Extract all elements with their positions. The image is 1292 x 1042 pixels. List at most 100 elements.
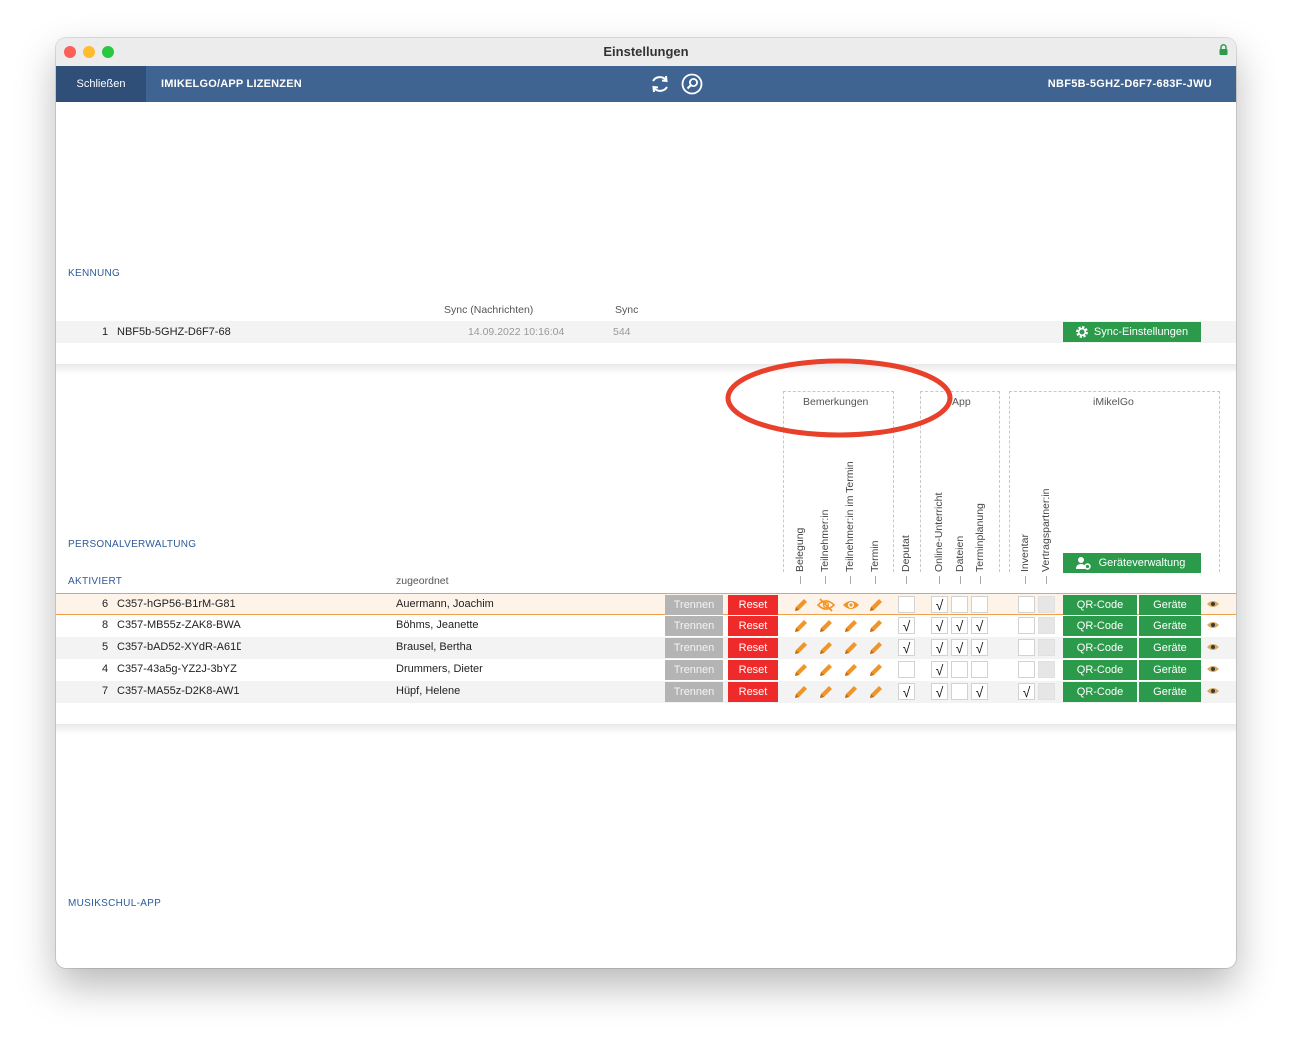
refresh-icon[interactable] xyxy=(649,73,671,95)
devices-button[interactable]: Geräte xyxy=(1139,616,1201,636)
edit-termin-pencil-icon[interactable] xyxy=(867,683,885,701)
tick xyxy=(980,576,981,584)
edit-termin-pencil-icon[interactable] xyxy=(867,617,885,635)
terminplanung-checkbox[interactable]: √ xyxy=(971,639,988,656)
terminplanung-checkbox[interactable]: √ xyxy=(971,617,988,634)
licenses-tab[interactable]: IMIKELGO/APP LIZENZEN xyxy=(161,66,302,102)
dateien-checkbox[interactable] xyxy=(951,661,968,678)
terminplanung-checkbox[interactable] xyxy=(971,596,988,613)
close-button[interactable]: Schließen xyxy=(56,66,146,102)
table-row[interactable]: 7 C357-MA55z-D2K8-AW1 Hüpf, Helene Trennen R… xyxy=(56,681,1236,703)
edit-teilnehmer-termin-pencil-icon[interactable] xyxy=(842,661,860,679)
edit-belegung-pencil-icon[interactable] xyxy=(792,661,810,679)
online-unterricht-checkbox[interactable]: √ xyxy=(931,596,948,613)
inventar-checkbox[interactable] xyxy=(1018,596,1035,613)
edit-teilnehmer-pencil-icon[interactable] xyxy=(817,683,835,701)
devices-button[interactable]: Geräte xyxy=(1139,638,1201,658)
view-eye-icon[interactable] xyxy=(1206,642,1220,652)
tick xyxy=(800,576,801,584)
row-id: C357-hGP56-B1rM-G81 xyxy=(117,598,236,610)
kennung-section-label: KENNUNG xyxy=(68,268,121,279)
edit-termin-pencil-icon[interactable] xyxy=(867,596,885,614)
deputat-checkbox[interactable]: √ xyxy=(898,683,915,700)
edit-teilnehmer-termin-pencil-icon[interactable] xyxy=(842,683,860,701)
eye-icon[interactable] xyxy=(842,596,860,614)
deputat-checkbox[interactable] xyxy=(898,596,915,613)
row-number: 7 xyxy=(102,685,109,697)
terminplanung-checkbox[interactable]: √ xyxy=(971,683,988,700)
tick xyxy=(1025,576,1026,584)
edit-teilnehmer-termin-pencil-icon[interactable] xyxy=(842,639,860,657)
dateien-checkbox[interactable] xyxy=(951,683,968,700)
qr-code-button[interactable]: QR-Code xyxy=(1063,682,1137,702)
device-management-label: Geräteverwaltung xyxy=(1098,557,1186,569)
terminplanung-checkbox[interactable] xyxy=(971,661,988,678)
qr-code-button[interactable]: QR-Code xyxy=(1063,595,1137,615)
inventar-checkbox[interactable] xyxy=(1018,639,1035,656)
dateien-checkbox[interactable]: √ xyxy=(951,639,968,656)
devices-button[interactable]: Geräte xyxy=(1139,595,1201,615)
disconnect-button[interactable]: Trennen xyxy=(665,616,723,636)
devices-button[interactable]: Geräte xyxy=(1139,660,1201,680)
deputat-checkbox[interactable]: √ xyxy=(898,639,915,656)
sync-settings-button[interactable]: Sync-Einstellungen xyxy=(1063,322,1201,342)
edit-belegung-pencil-icon[interactable] xyxy=(792,639,810,657)
disconnect-button[interactable]: Trennen xyxy=(665,682,723,702)
online-unterricht-checkbox[interactable]: √ xyxy=(931,661,948,678)
edit-termin-pencil-icon[interactable] xyxy=(867,639,885,657)
reset-button[interactable]: Reset xyxy=(728,616,778,636)
search-icon[interactable] xyxy=(681,73,703,95)
hidden-eye-icon[interactable] xyxy=(816,596,836,614)
devices-button[interactable]: Geräte xyxy=(1139,682,1201,702)
title-bar: Einstellungen xyxy=(56,38,1236,67)
disconnect-button[interactable]: Trennen xyxy=(665,638,723,658)
qr-code-button[interactable]: QR-Code xyxy=(1063,616,1137,636)
table-row[interactable]: 4 C357-43a5g-YZ2J-3bYZ Drummers, Dieter Tre… xyxy=(56,659,1236,681)
table-row[interactable]: 6 C357-hGP56-B1rM-G81 Auermann, Joachim Tre… xyxy=(56,593,1236,615)
dateien-checkbox[interactable] xyxy=(951,596,968,613)
edit-teilnehmer-pencil-icon[interactable] xyxy=(817,639,835,657)
table-row[interactable]: 8 C357-MB55z-ZAK8-BWAB Böhms, Jeanette Tren… xyxy=(56,615,1236,637)
col-online-unterricht: Online-Unterricht xyxy=(933,492,945,572)
device-management-button[interactable]: Geräteverwaltung xyxy=(1063,553,1201,573)
qr-code-button[interactable]: QR-Code xyxy=(1063,660,1137,680)
inventar-checkbox[interactable] xyxy=(1018,661,1035,678)
vertragspartner-checkbox xyxy=(1038,661,1055,678)
deputat-checkbox[interactable]: √ xyxy=(898,617,915,634)
row-number: 5 xyxy=(102,641,109,653)
view-eye-icon[interactable] xyxy=(1206,599,1220,609)
table-row[interactable]: 5 C357-bAD52-XYdR-A61D Brausel, Bertha Tren… xyxy=(56,637,1236,659)
view-eye-icon[interactable] xyxy=(1206,686,1220,696)
annotation-ellipse xyxy=(725,358,953,438)
reset-button[interactable]: Reset xyxy=(728,660,778,680)
deputat-checkbox[interactable] xyxy=(898,661,915,678)
row-id: C357-MA55z-D2K8-AW1 xyxy=(117,685,240,697)
edit-belegung-pencil-icon[interactable] xyxy=(792,617,810,635)
edit-belegung-pencil-icon[interactable] xyxy=(792,683,810,701)
view-eye-icon[interactable] xyxy=(1206,664,1220,674)
disconnect-button[interactable]: Trennen xyxy=(665,595,723,615)
row-name: Drummers, Dieter xyxy=(396,663,483,675)
edit-teilnehmer-pencil-icon[interactable] xyxy=(817,617,835,635)
settings-window: Einstellungen Schließen IMIKELGO/APP LIZ… xyxy=(56,38,1236,968)
online-unterricht-checkbox[interactable]: √ xyxy=(931,617,948,634)
gear-icon xyxy=(1076,326,1088,338)
online-unterricht-checkbox[interactable]: √ xyxy=(931,639,948,656)
inventar-checkbox[interactable] xyxy=(1018,617,1035,634)
disconnect-button[interactable]: Trennen xyxy=(665,660,723,680)
inventar-checkbox[interactable]: √ xyxy=(1018,683,1035,700)
reset-button[interactable]: Reset xyxy=(728,638,778,658)
edit-belegung-pencil-icon[interactable] xyxy=(792,596,810,614)
edit-teilnehmer-pencil-icon[interactable] xyxy=(817,661,835,679)
personal-section-label: PERSONALVERWALTUNG xyxy=(68,539,197,550)
qr-code-button[interactable]: QR-Code xyxy=(1063,638,1137,658)
view-eye-icon[interactable] xyxy=(1206,620,1220,630)
reset-button[interactable]: Reset xyxy=(728,682,778,702)
row-number: 4 xyxy=(102,663,109,675)
edit-teilnehmer-termin-pencil-icon[interactable] xyxy=(842,617,860,635)
vertragspartner-checkbox xyxy=(1038,596,1055,613)
dateien-checkbox[interactable]: √ xyxy=(951,617,968,634)
edit-termin-pencil-icon[interactable] xyxy=(867,661,885,679)
online-unterricht-checkbox[interactable]: √ xyxy=(931,683,948,700)
reset-button[interactable]: Reset xyxy=(728,595,778,615)
